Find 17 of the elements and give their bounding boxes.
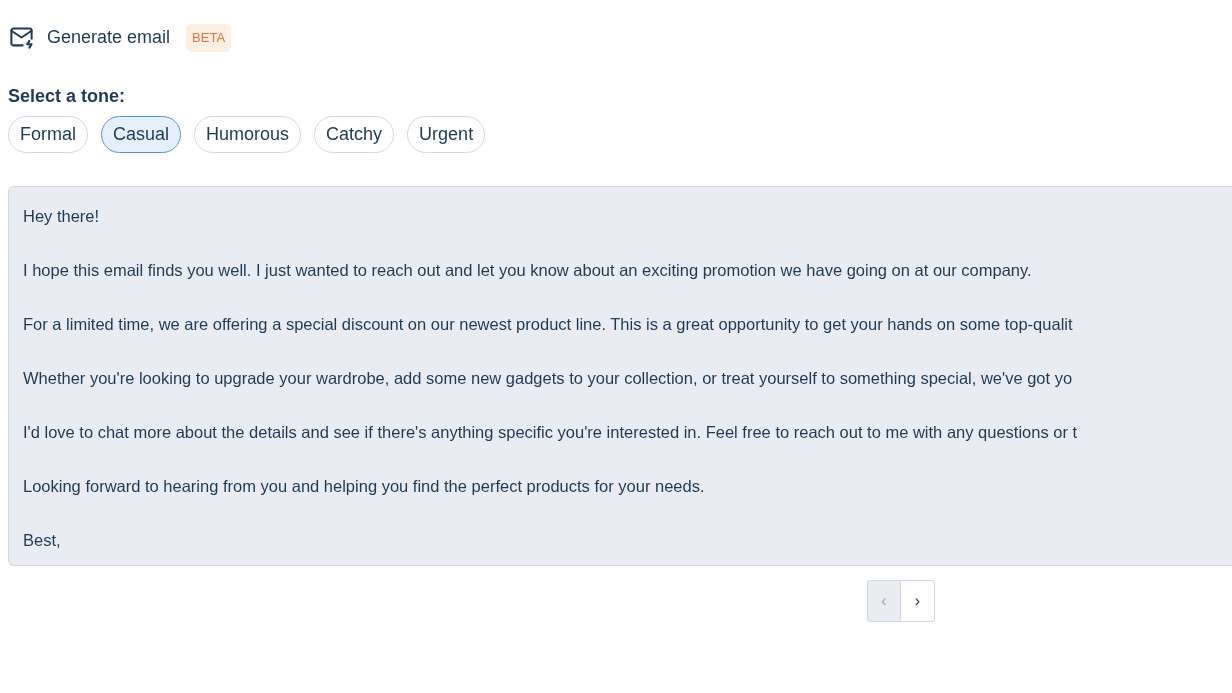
tone-chip[interactable]: Formal <box>8 115 88 153</box>
email-paragraph: I'd love to chat more about the details and see if there's anything specific you're interested in. Feel free to reach out to me with any questions or t <box>23 421 1079 443</box>
app-title: Generate email <box>47 26 171 50</box>
email-paragraph: I hope this email finds you well. I just wanted to reach out and let you know about an exciting promotion we have going on at our company. <box>23 259 1033 281</box>
email-paragraph: Whether you're looking to upgrade your wardrobe, add some new gadgets to your collection, or treat yourself to something special, we've got yo <box>23 367 1074 389</box>
tone-label: Select a tone: <box>8 84 127 108</box>
email-paragraph: Best, <box>23 529 62 551</box>
tone-chip[interactable]: Catchy <box>314 115 395 153</box>
email-paragraph: Hey there! <box>23 205 101 227</box>
next-page-button[interactable]: › <box>901 579 935 622</box>
beta-badge: BETA <box>186 24 232 52</box>
email-paragraph: Looking forward to hearing from you and helping you find the perfect products for your needs. <box>23 475 706 497</box>
mail-bolt-icon <box>8 24 35 52</box>
email-paragraph: For a limited time, we are offering a special discount on our newest product line. This is a great opportunity to get your hands on some top-qualit <box>23 313 1074 335</box>
tone-chip[interactable]: Humorous <box>194 115 302 153</box>
tone-chip[interactable]: Urgent <box>407 115 486 153</box>
tone-chip[interactable]: Casual <box>101 115 182 153</box>
